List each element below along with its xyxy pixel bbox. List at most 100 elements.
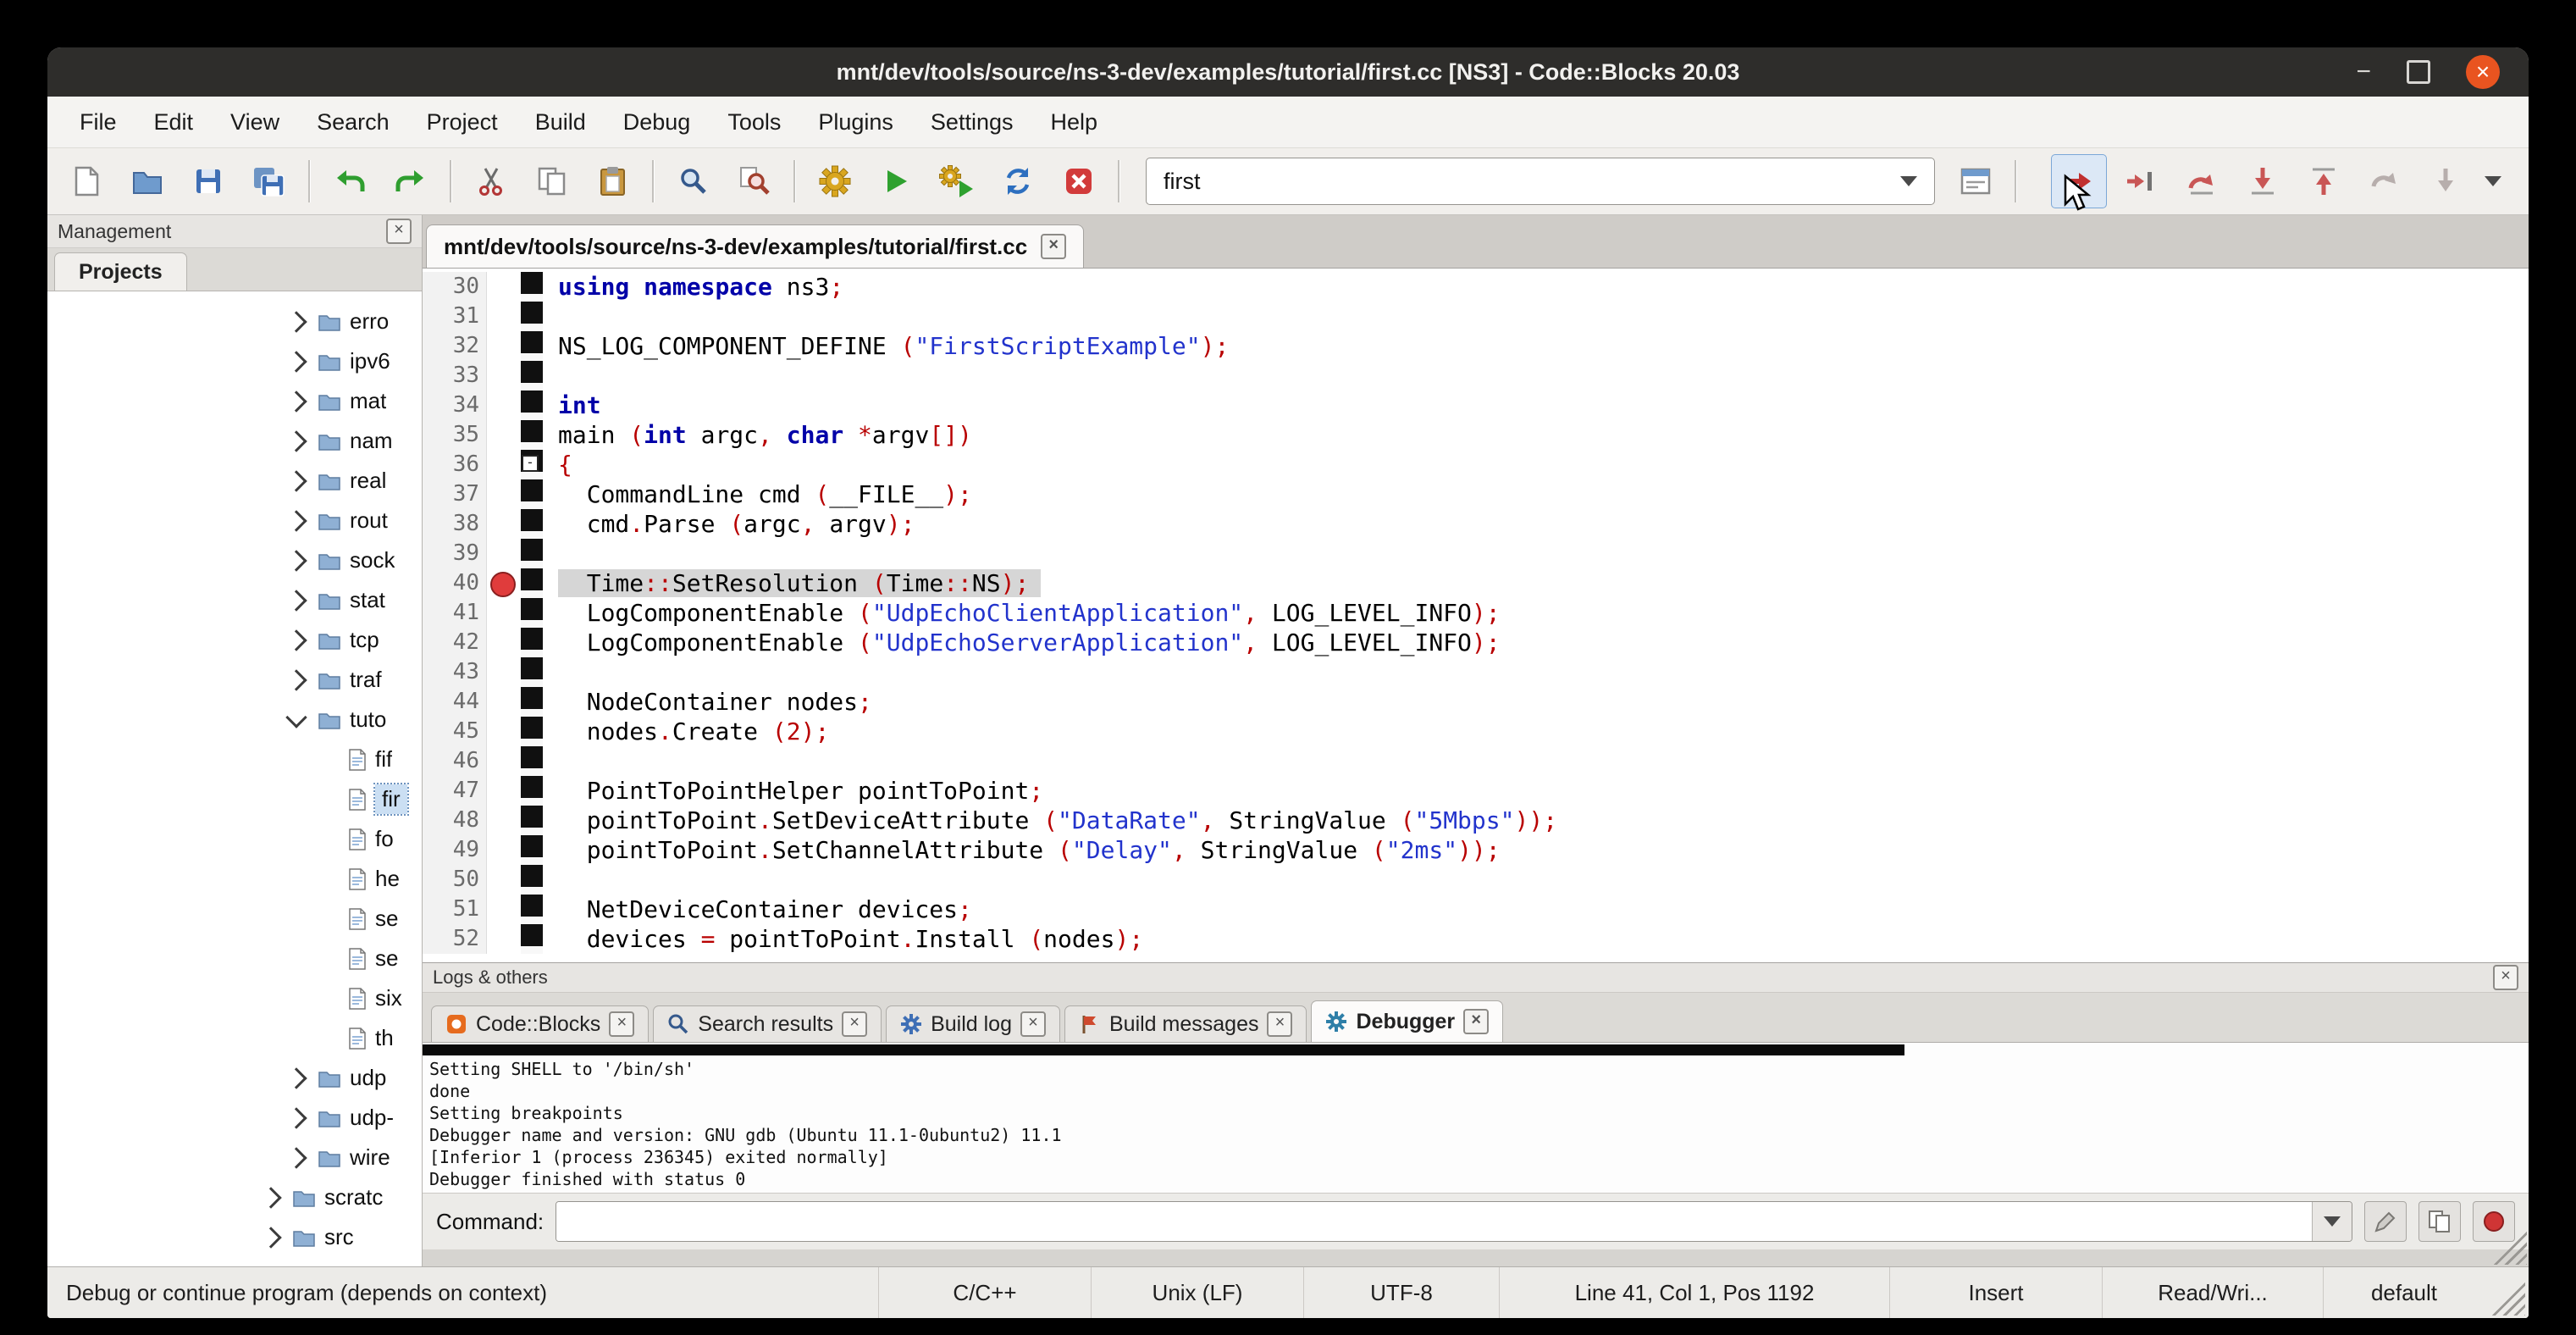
- log-line[interactable]: Setting SHELL to '/bin/sh': [429, 1058, 2522, 1080]
- breakpoint-margin[interactable]: [487, 479, 521, 509]
- breakpoint-margin[interactable]: [487, 391, 521, 420]
- step-into-icon[interactable]: [2236, 155, 2290, 208]
- minimize-icon[interactable]: −: [2356, 59, 2371, 85]
- tree-item-udp[interactable]: udp: [47, 1058, 422, 1098]
- management-close-icon[interactable]: ×: [386, 219, 412, 244]
- code-line-34[interactable]: 34int: [423, 391, 2529, 420]
- breakpoint-margin[interactable]: [487, 657, 521, 687]
- code-line-50[interactable]: 50: [423, 865, 2529, 895]
- code-line-31[interactable]: 31: [423, 302, 2529, 331]
- chevron-right-icon[interactable]: [285, 1107, 307, 1128]
- code-line-39[interactable]: 39: [423, 539, 2529, 568]
- code-line-52[interactable]: 52 devices = pointToPoint.Install (nodes…: [423, 924, 2529, 954]
- toolbar-overflow-chevron-icon[interactable]: [2485, 176, 2501, 186]
- tree-item-sock[interactable]: sock: [47, 540, 422, 580]
- chevron-right-icon[interactable]: [285, 550, 307, 571]
- step-into-instruction-icon[interactable]: [2418, 155, 2473, 208]
- breakpoint-margin[interactable]: [487, 835, 521, 865]
- save-icon[interactable]: [181, 155, 235, 208]
- tree-item-erro[interactable]: erro: [47, 302, 422, 341]
- breakpoint-margin[interactable]: [487, 509, 521, 539]
- logs-tab-build-log[interactable]: Build log×: [886, 1005, 1060, 1042]
- code-line-37[interactable]: 37 CommandLine cmd (__FILE__);: [423, 479, 2529, 509]
- cut-icon[interactable]: [464, 155, 518, 208]
- chevron-right-icon[interactable]: [285, 1147, 307, 1168]
- title-bar[interactable]: mnt/dev/tools/source/ns-3-dev/examples/t…: [47, 47, 2529, 97]
- code-line-45[interactable]: 45 nodes.Create (2);: [423, 717, 2529, 746]
- code-line-36[interactable]: 36-{: [423, 450, 2529, 479]
- code-line-30[interactable]: 30using namespace ns3;: [423, 272, 2529, 302]
- redo-icon[interactable]: [384, 155, 438, 208]
- logs-tab-debugger[interactable]: Debugger×: [1311, 1000, 1503, 1042]
- log-line[interactable]: [Inferior 1 (process 236345) exited norm…: [429, 1146, 2522, 1168]
- menu-item-project[interactable]: Project: [408, 97, 517, 147]
- maximize-icon[interactable]: [2407, 60, 2430, 84]
- menu-item-file[interactable]: File: [61, 97, 135, 147]
- breakpoint-margin[interactable]: [487, 806, 521, 835]
- tree-item-mat[interactable]: mat: [47, 381, 422, 421]
- command-input[interactable]: [556, 1202, 2312, 1241]
- code-line-35[interactable]: 35main (int argc, char *argv[]): [423, 420, 2529, 450]
- build-target-combobox[interactable]: first: [1146, 158, 1935, 205]
- breakpoint-margin[interactable]: [487, 924, 521, 954]
- breakpoint-margin[interactable]: [487, 361, 521, 391]
- code-line-42[interactable]: 42 LogComponentEnable ("UdpEchoServerApp…: [423, 628, 2529, 657]
- breakpoint-margin[interactable]: [487, 717, 521, 746]
- chevron-right-icon[interactable]: [285, 391, 307, 412]
- tree-item-rout[interactable]: rout: [47, 501, 422, 540]
- code-line-40[interactable]: 40 Time::SetResolution (Time::NS);: [423, 568, 2529, 598]
- abort-build-icon[interactable]: [1052, 155, 1106, 208]
- log-line[interactable]: Debugger name and version: GNU gdb (Ubun…: [429, 1124, 2522, 1146]
- log-line[interactable]: done: [429, 1080, 2522, 1102]
- code-line-43[interactable]: 43: [423, 657, 2529, 687]
- tree-item-nam[interactable]: nam: [47, 421, 422, 461]
- chevron-right-icon[interactable]: [285, 669, 307, 690]
- menu-item-tools[interactable]: Tools: [709, 97, 799, 147]
- next-line-icon[interactable]: [2175, 155, 2229, 208]
- breakpoint-margin[interactable]: [487, 568, 521, 598]
- chevron-right-icon[interactable]: [285, 629, 307, 651]
- tree-item-tuto[interactable]: tuto: [47, 700, 422, 740]
- editor-tab-first-cc[interactable]: mnt/dev/tools/source/ns-3-dev/examples/t…: [426, 224, 1084, 268]
- code-editor[interactable]: 30using namespace ns3;3132NS_LOG_COMPONE…: [423, 269, 2529, 962]
- build-icon[interactable]: [808, 155, 862, 208]
- menu-item-settings[interactable]: Settings: [912, 97, 1032, 147]
- menu-item-view[interactable]: View: [212, 97, 298, 147]
- tree-item-se[interactable]: se: [47, 899, 422, 939]
- breakpoint-margin[interactable]: [487, 746, 521, 776]
- paste-icon[interactable]: [586, 155, 640, 208]
- tree-item-he[interactable]: he: [47, 859, 422, 899]
- tree-item-real[interactable]: real: [47, 461, 422, 501]
- menu-item-build[interactable]: Build: [517, 97, 605, 147]
- menu-item-search[interactable]: Search: [298, 97, 408, 147]
- breakpoint-icon[interactable]: [490, 572, 516, 597]
- record-stop-icon[interactable]: [2473, 1201, 2515, 1242]
- breakpoint-margin[interactable]: [487, 776, 521, 806]
- tab-projects[interactable]: Projects: [54, 252, 187, 291]
- tree-item-scratc[interactable]: scratc: [47, 1177, 422, 1217]
- tree-item-stat[interactable]: stat: [47, 580, 422, 620]
- chevron-right-icon[interactable]: [260, 1227, 281, 1248]
- code-line-46[interactable]: 46: [423, 746, 2529, 776]
- log-line[interactable]: Debugger finished with status 0: [429, 1168, 2522, 1190]
- chevron-right-icon[interactable]: [285, 510, 307, 531]
- logs-tab-close-icon[interactable]: ×: [842, 1011, 867, 1037]
- debugger-log[interactable]: Setting SHELL to '/bin/sh'doneSetting br…: [423, 1042, 2529, 1193]
- project-tree[interactable]: erroipv6matnamrealroutsockstattcptraftut…: [47, 291, 422, 1266]
- log-line[interactable]: Setting breakpoints: [429, 1102, 2522, 1124]
- code-line-44[interactable]: 44 NodeContainer nodes;: [423, 687, 2529, 717]
- chevron-down-icon[interactable]: [1900, 176, 1917, 186]
- find-icon[interactable]: [666, 155, 721, 208]
- breakpoint-margin[interactable]: [487, 865, 521, 895]
- tree-item-ipv6[interactable]: ipv6: [47, 341, 422, 381]
- breakpoint-margin[interactable]: [487, 539, 521, 568]
- breakpoint-margin[interactable]: [487, 331, 521, 361]
- tree-item-wire[interactable]: wire: [47, 1138, 422, 1177]
- breakpoint-margin[interactable]: [487, 302, 521, 331]
- tree-item-six[interactable]: six: [47, 978, 422, 1018]
- code-line-48[interactable]: 48 pointToPoint.SetDeviceAttribute ("Dat…: [423, 806, 2529, 835]
- code-line-49[interactable]: 49 pointToPoint.SetChannelAttribute ("De…: [423, 835, 2529, 865]
- tree-item-se[interactable]: se: [47, 939, 422, 978]
- logs-tab-code-blocks[interactable]: Code::Blocks×: [431, 1005, 649, 1042]
- log-selected-row[interactable]: [423, 1044, 1904, 1055]
